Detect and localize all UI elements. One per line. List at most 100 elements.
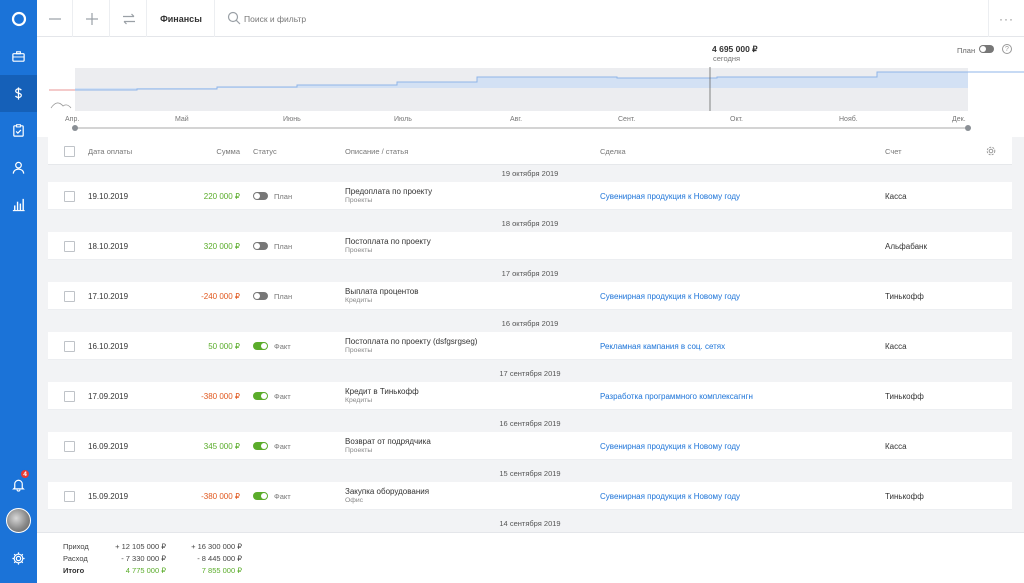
status-label: Факт bbox=[274, 342, 291, 351]
payment-description: Выплата процентов bbox=[345, 287, 419, 296]
account-name: Тинькофф bbox=[885, 292, 924, 301]
status-label: Факт bbox=[274, 492, 291, 501]
dollar-icon[interactable] bbox=[0, 75, 37, 112]
table-row[interactable]: 19.10.2019 220 000 ₽ План Предоплата по про… bbox=[48, 182, 1012, 210]
month-label: Нояб. bbox=[839, 116, 858, 123]
plus-button[interactable] bbox=[74, 0, 110, 37]
account-name: Касса bbox=[885, 192, 907, 201]
date-group-header: 17 сентября 2019 bbox=[48, 365, 1012, 382]
payment-sum: 50 000 ₽ bbox=[208, 342, 240, 351]
table-row[interactable]: 17.09.2019 -380 000 ₽ Факт Кредит в Тинькоф… bbox=[48, 382, 1012, 410]
payment-sum: -380 000 ₽ bbox=[201, 492, 240, 501]
select-all-checkbox[interactable] bbox=[64, 146, 75, 157]
income-value-plan: + 16 300 000 ₽ bbox=[191, 542, 242, 551]
briefcase-icon[interactable] bbox=[0, 38, 37, 75]
date-group-header: 14 сентября 2019 bbox=[48, 515, 1012, 532]
gear-icon[interactable] bbox=[0, 540, 37, 577]
transfer-button[interactable] bbox=[111, 0, 147, 37]
deal-link[interactable]: Сувенирная продукция к Новому году bbox=[600, 442, 740, 451]
column-header-deal[interactable]: Сделка bbox=[600, 147, 626, 156]
expense-value-plan: - 8 445 000 ₽ bbox=[197, 554, 242, 563]
range-slider-right-handle[interactable] bbox=[965, 125, 971, 131]
bell-icon[interactable]: 4 bbox=[0, 466, 37, 503]
total-label: Итого bbox=[63, 566, 85, 575]
user-icon[interactable] bbox=[0, 149, 37, 186]
column-header-sum[interactable]: Сумма bbox=[178, 147, 240, 156]
more-options-button[interactable]: ··· bbox=[988, 0, 1024, 37]
month-label: Окт. bbox=[730, 116, 743, 123]
row-checkbox[interactable] bbox=[64, 241, 75, 252]
search-icon bbox=[227, 11, 241, 25]
status-label: План bbox=[274, 192, 293, 201]
payment-category: Офис bbox=[345, 497, 364, 504]
account-name: Тинькофф bbox=[885, 392, 924, 401]
totals-footer: Приход Расход Итого + 12 105 000 ₽ - 7 3… bbox=[37, 532, 1024, 583]
row-checkbox[interactable] bbox=[64, 391, 75, 402]
column-header-date[interactable]: Дата оплаты bbox=[88, 147, 132, 156]
column-header-status[interactable]: Статус bbox=[253, 147, 277, 156]
date-group-header: 19 октября 2019 bbox=[48, 165, 1012, 182]
status-toggle[interactable] bbox=[253, 392, 268, 400]
payment-description: Предоплата по проекту bbox=[345, 187, 433, 196]
date-group-header: 17 октября 2019 bbox=[48, 265, 1012, 282]
chart-today-label: сегодня bbox=[713, 54, 741, 63]
payment-sum: 320 000 ₽ bbox=[203, 242, 240, 251]
payment-category: Кредиты bbox=[345, 397, 373, 404]
status-toggle[interactable] bbox=[253, 292, 268, 300]
plan-label: План bbox=[957, 46, 976, 55]
range-slider-left-handle[interactable] bbox=[72, 125, 78, 131]
deal-link[interactable]: Разработка программного комплексагнгн bbox=[600, 392, 753, 401]
column-settings-icon[interactable] bbox=[985, 145, 997, 157]
row-checkbox[interactable] bbox=[64, 191, 75, 202]
status-toggle[interactable] bbox=[253, 242, 268, 250]
date-group-header: 16 сентября 2019 bbox=[48, 415, 1012, 432]
notification-badge: 4 bbox=[20, 469, 30, 479]
total-value: 4 775 000 ₽ bbox=[125, 566, 166, 575]
table-row[interactable]: 18.10.2019 320 000 ₽ План Постоплата по про… bbox=[48, 232, 1012, 260]
table-header: Дата оплаты Сумма Статус Описание / стат… bbox=[48, 137, 1012, 165]
status-toggle[interactable] bbox=[253, 442, 268, 450]
row-checkbox[interactable] bbox=[64, 491, 75, 502]
status-label: План bbox=[274, 242, 293, 251]
row-checkbox[interactable] bbox=[64, 341, 75, 352]
payment-category: Кредиты bbox=[345, 297, 373, 304]
month-label: Июнь bbox=[283, 116, 301, 123]
balance-chart[interactable]: 4 695 000 ₽ сегодня План ? Апр. Май Июнь… bbox=[37, 37, 1024, 137]
status-label: Факт bbox=[274, 442, 291, 451]
month-label: Июль bbox=[394, 116, 412, 123]
table-row[interactable]: 17.10.2019 -240 000 ₽ План Выплата проценто… bbox=[48, 282, 1012, 310]
checklist-icon[interactable] bbox=[0, 112, 37, 149]
payment-description: Возврат от подрядчика bbox=[345, 437, 431, 446]
status-label: План bbox=[274, 292, 293, 301]
column-header-account[interactable]: Счет bbox=[885, 147, 902, 156]
deal-link[interactable]: Сувенирная продукция к Новому году bbox=[600, 192, 740, 201]
logo-icon[interactable] bbox=[0, 0, 37, 37]
avatar[interactable] bbox=[6, 508, 31, 533]
payment-date: 16.09.2019 bbox=[88, 442, 129, 451]
payment-date: 18.10.2019 bbox=[88, 242, 129, 251]
help-icon[interactable]: ? bbox=[1002, 44, 1012, 54]
search-input[interactable] bbox=[244, 11, 544, 26]
deal-link[interactable]: Сувенирная продукция к Новому году bbox=[600, 292, 740, 301]
status-toggle[interactable] bbox=[253, 342, 268, 350]
account-name: Тинькофф bbox=[885, 492, 924, 501]
payments-table: Дата оплаты Сумма Статус Описание / стат… bbox=[48, 137, 1012, 532]
bar-chart-icon[interactable] bbox=[0, 186, 37, 223]
row-checkbox[interactable] bbox=[64, 291, 75, 302]
table-row[interactable]: 16.09.2019 345 000 ₽ Факт Возврат от подряд… bbox=[48, 432, 1012, 460]
month-label: Дек. bbox=[952, 116, 966, 123]
table-row[interactable]: 15.09.2019 -380 000 ₽ Факт Закупка оборудов… bbox=[48, 482, 1012, 510]
minus-button[interactable] bbox=[37, 0, 73, 37]
deal-link[interactable]: Рекламная кампания в соц. сетях bbox=[600, 342, 725, 351]
plan-toggle[interactable] bbox=[979, 45, 994, 53]
month-label: Май bbox=[175, 116, 189, 123]
payment-date: 16.10.2019 bbox=[88, 342, 129, 351]
payment-sum: -380 000 ₽ bbox=[201, 392, 240, 401]
status-toggle[interactable] bbox=[253, 192, 268, 200]
table-row[interactable]: 16.10.2019 50 000 ₽ Факт Постоплата по прое… bbox=[48, 332, 1012, 360]
status-toggle[interactable] bbox=[253, 492, 268, 500]
column-header-description[interactable]: Описание / статья bbox=[345, 147, 408, 156]
expense-value: - 7 330 000 ₽ bbox=[121, 554, 166, 563]
deal-link[interactable]: Сувенирная продукция к Новому году bbox=[600, 492, 740, 501]
row-checkbox[interactable] bbox=[64, 441, 75, 452]
